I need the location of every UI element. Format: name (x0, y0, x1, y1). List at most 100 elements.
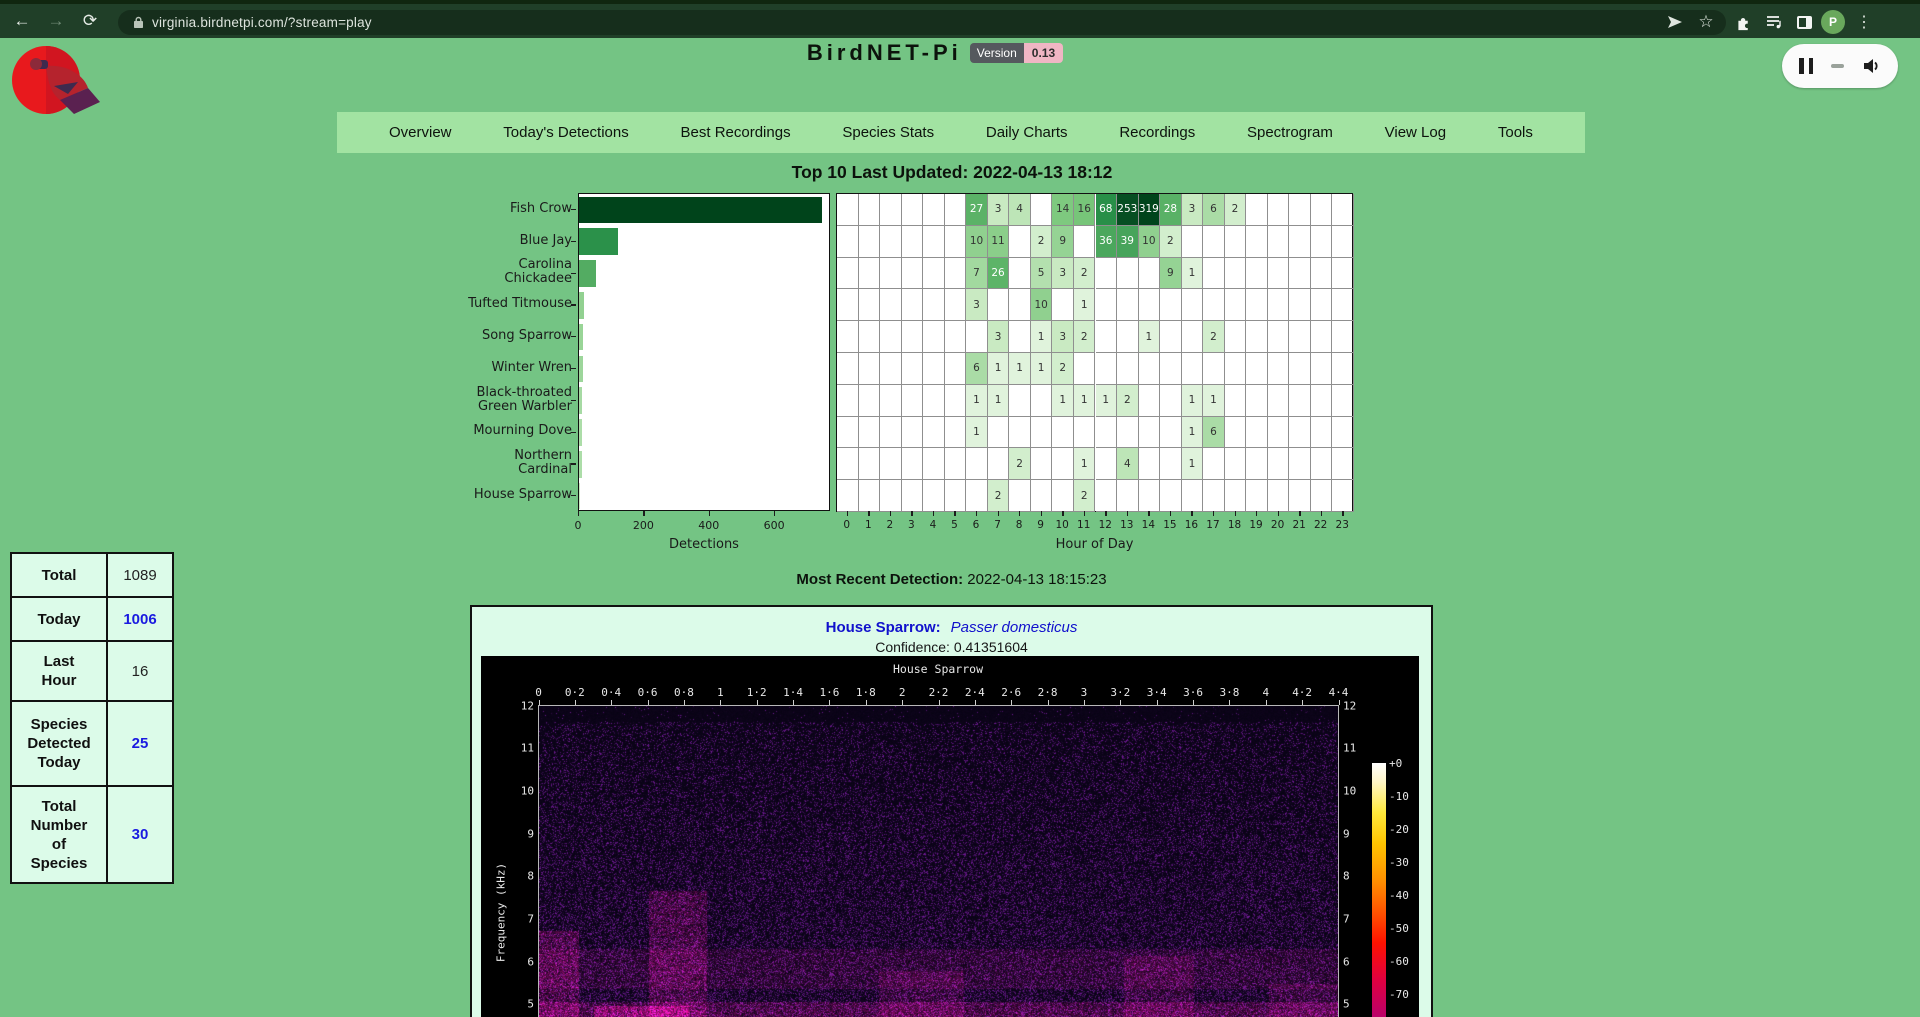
top10-chart: Fish CrowBlue JayCarolina ChickadeeTufte… (402, 193, 1402, 593)
heatmap-cell (1225, 321, 1247, 353)
send-icon[interactable] (1664, 11, 1686, 33)
seek-handle[interactable] (1831, 64, 1844, 69)
address-bar[interactable]: virginia.birdnetpi.com/?stream=play (118, 10, 1726, 35)
time-tick-label: 2·2 (929, 686, 949, 699)
heatmap-cell (945, 417, 967, 449)
time-tick-label: 1·8 (856, 686, 876, 699)
freq-tick-label-right: 10 (1343, 784, 1356, 797)
nav-item-spectrogram[interactable]: Spectrogram (1247, 124, 1333, 141)
extensions-icon[interactable] (1732, 11, 1754, 33)
freq-tick-label-right: 5 (1343, 998, 1350, 1011)
pause-button[interactable] (1799, 58, 1813, 74)
heatmap-cell (1246, 353, 1268, 385)
species-common-name[interactable]: House Sparrow: (826, 619, 941, 636)
padlock-icon[interactable] (132, 16, 145, 34)
stats-value: 1089 (107, 553, 173, 597)
heatmap-cell: 9 (1160, 258, 1182, 290)
heatmap-cell (1311, 385, 1333, 417)
side-panel-icon[interactable] (1793, 11, 1815, 33)
heatmap-cell (902, 480, 924, 512)
y-tick (571, 432, 576, 433)
heatmap-cell (1246, 258, 1268, 290)
hour-tick-label: 17 (1206, 519, 1219, 531)
heatmap-cell (966, 321, 988, 353)
heatmap-cell: 26 (988, 258, 1010, 290)
heatmap-cell: 5 (1031, 258, 1053, 290)
nav-item-today-s-detections[interactable]: Today's Detections (503, 124, 628, 141)
back-icon[interactable]: ← (8, 7, 36, 35)
heatmap-cell: 1 (1031, 353, 1053, 385)
stats-value[interactable]: 30 (107, 786, 173, 883)
hour-tick-label: 12 (1099, 519, 1112, 531)
nav-item-overview[interactable]: Overview (389, 124, 452, 141)
heatmap-cell (1268, 353, 1290, 385)
heatmap-cell (1139, 448, 1161, 480)
heatmap-cell (945, 226, 967, 258)
heatmap-cell (880, 353, 902, 385)
stats-value[interactable]: 1006 (107, 597, 173, 641)
top10-heading: Top 10 Last Updated: 2022-04-13 18:12 (0, 162, 1904, 183)
heatmap-cell (988, 417, 1010, 449)
bar-category-label: Blue Jay (402, 225, 572, 257)
hour-tick-label: 15 (1163, 519, 1176, 531)
detection-confidence-line: Confidence: 0.41351604 (472, 639, 1431, 655)
heatmap-cell (1246, 289, 1268, 321)
reload-icon[interactable]: ⟳ (76, 7, 104, 35)
heatmap-cell (1203, 226, 1225, 258)
nav-item-view-log[interactable]: View Log (1385, 124, 1446, 141)
heatmap-cell: 1 (1031, 321, 1053, 353)
heatmap-cell: 1 (1182, 385, 1204, 417)
heatmap-cell: 1 (1182, 448, 1204, 480)
kebab-menu-icon[interactable]: ⋮ (1853, 11, 1875, 33)
volume-icon[interactable] (1861, 56, 1881, 76)
bookmark-star-icon[interactable]: ☆ (1695, 11, 1717, 33)
nav-item-daily-charts[interactable]: Daily Charts (986, 124, 1068, 141)
heatmap-cell (902, 417, 924, 449)
detections-bar (579, 324, 583, 351)
heatmap-cell (1052, 417, 1074, 449)
nav-item-species-stats[interactable]: Species Stats (842, 124, 934, 141)
heatmap-cell (1289, 194, 1311, 226)
forward-icon[interactable]: → (42, 7, 70, 35)
bar-category-label: Winter Wren (402, 352, 572, 384)
nav-item-tools[interactable]: Tools (1498, 124, 1533, 141)
heatmap-cell (837, 289, 859, 321)
heatmap-cell (880, 480, 902, 512)
hour-tick (868, 511, 869, 516)
heatmap-cell (1009, 321, 1031, 353)
heatmap-cell: 1 (1074, 289, 1096, 321)
heatmap-cell (1332, 448, 1354, 480)
stats-value[interactable]: 25 (107, 701, 173, 786)
heatmap-cell (837, 321, 859, 353)
heatmap-cell (1332, 194, 1354, 226)
time-tick-label: 1 (717, 686, 724, 699)
spectrogram-title: House Sparrow (538, 662, 1338, 676)
heatmap-cell (1139, 258, 1161, 290)
heatmap-cell (945, 480, 967, 512)
nav-item-recordings[interactable]: Recordings (1119, 124, 1195, 141)
heatmap-cell (1052, 448, 1074, 480)
hour-tick (1062, 511, 1063, 516)
heatmap-cell (1139, 353, 1161, 385)
heatmap-cell: 10 (1139, 226, 1161, 258)
heatmap-cell (1182, 353, 1204, 385)
detections-bar (579, 451, 582, 478)
y-tick (571, 463, 576, 464)
time-tick-label: 0·4 (601, 686, 621, 699)
y-tick (571, 273, 576, 274)
time-tick-label: 4 (1262, 686, 1269, 699)
profile-avatar[interactable]: P (1821, 10, 1845, 34)
x-tick-label: 400 (698, 519, 719, 532)
heatmap-cell (1311, 226, 1333, 258)
heatmap-cell (1139, 385, 1161, 417)
heatmap-cell (1332, 385, 1354, 417)
detections-bar (579, 228, 618, 255)
media-playlist-icon[interactable] (1763, 11, 1785, 33)
stats-row: Total Number of Species30 (11, 786, 173, 883)
stats-row: Today1006 (11, 597, 173, 641)
bar-category-label: Carolina Chickadee (402, 257, 572, 289)
bar-category-label: House Sparrow (402, 479, 572, 511)
heatmap-cell (1074, 417, 1096, 449)
nav-item-best-recordings[interactable]: Best Recordings (681, 124, 791, 141)
y-tick (571, 241, 576, 242)
